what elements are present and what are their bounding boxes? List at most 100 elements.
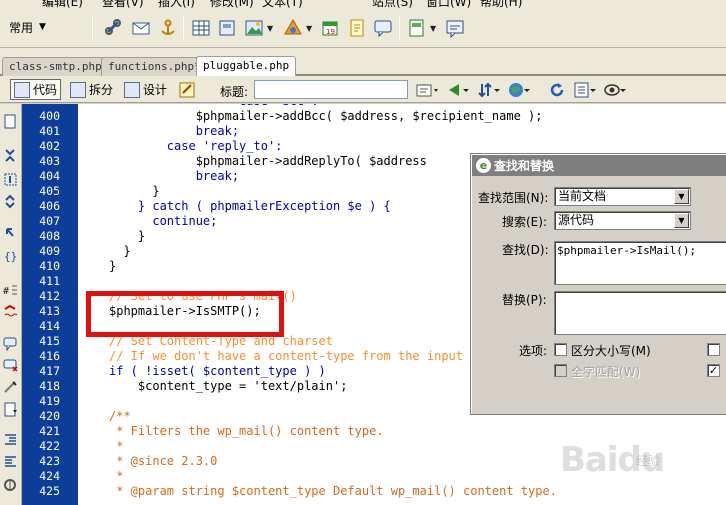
workspace-label: 常用 <box>9 20 34 35</box>
chevron-down-icon[interactable]: ▼ <box>267 24 273 33</box>
validate-icon[interactable] <box>478 81 502 99</box>
open-documents-icon[interactable] <box>3 114 18 129</box>
image-icon[interactable] <box>244 18 264 38</box>
regex-checkbox[interactable]: ✓ <box>707 364 720 377</box>
split-view-label: 拆分 <box>89 83 114 97</box>
chevron-down-icon[interactable]: ▼ <box>430 24 436 33</box>
line-number: 401 <box>39 124 60 138</box>
line-number: 406 <box>39 199 60 213</box>
code-line: } catch ( phpmailerException $e ) { <box>109 199 391 213</box>
whole-word-checkbox[interactable] <box>554 364 567 377</box>
tab-functions[interactable]: functions.php* <box>101 57 208 76</box>
chevron-down-icon[interactable]: ▼ <box>674 189 689 204</box>
ignore-whitespace-checkbox[interactable] <box>707 343 720 356</box>
split-view-icon <box>70 81 86 98</box>
insert-toolbar: 常用 ▼ ▼ ▼ 19 ▼ <box>0 8 726 48</box>
code-line: $phpmailer->addReplyTo( $address <box>109 154 427 168</box>
search-type-value: 源代码 <box>558 213 595 227</box>
menu-insert[interactable]: 插入(I) <box>158 0 195 8</box>
line-number: 417 <box>39 364 60 378</box>
chevron-down-icon[interactable]: ▼ <box>674 213 689 228</box>
recent-snippets-icon[interactable] <box>3 402 18 417</box>
line-number: 402 <box>39 139 60 153</box>
design-view-icon <box>124 81 140 98</box>
line-number: 409 <box>39 244 60 258</box>
balance-braces-icon[interactable]: {} <box>3 248 18 263</box>
scope-label: 查找范围(N): <box>478 191 549 205</box>
replace-textarea[interactable] <box>554 291 726 335</box>
find-replace-dialog: e 查找和替换 查找范围(N): 当前文档 ▼ 搜索(E): 源代码 ▼ 查找(… <box>470 153 726 415</box>
design-view-button[interactable]: 设计 <box>120 79 171 100</box>
expand-all-icon[interactable] <box>3 194 18 209</box>
format-source-code-icon[interactable] <box>3 478 18 493</box>
line-numbers-icon[interactable]: # <box>3 282 18 297</box>
collapse-selection-icon[interactable] <box>3 172 18 187</box>
file-management-icon[interactable] <box>416 81 440 99</box>
code-view-button[interactable]: 代码 <box>10 79 62 100</box>
code-view-label: 代码 <box>33 83 58 97</box>
menu-modify[interactable]: 修改(M) <box>210 0 254 8</box>
collapse-full-tag-icon[interactable] <box>3 148 18 163</box>
code-view-icon <box>14 81 30 98</box>
menu-bar: 编辑(E) 查看(V) 插入(I) 修改(M) 文本(T) 站点(S) 窗口(W… <box>0 0 726 8</box>
globe-icon[interactable] <box>508 81 532 99</box>
menu-view[interactable]: 查看(V) <box>102 0 144 8</box>
templates-icon[interactable] <box>407 18 427 38</box>
live-data-icon[interactable] <box>179 81 197 99</box>
preview-browser-icon[interactable] <box>447 81 471 99</box>
replace-label: 替换(P): <box>502 293 547 307</box>
visual-aids-icon[interactable] <box>604 81 628 99</box>
line-number: 407 <box>39 214 60 228</box>
named-anchor-icon[interactable] <box>158 18 178 38</box>
outdent-code-icon[interactable] <box>3 454 18 469</box>
code-line: /** <box>109 409 131 423</box>
line-number: 423 <box>39 454 60 468</box>
remove-comment-icon[interactable] <box>3 358 18 373</box>
code-line: } <box>109 259 117 273</box>
server-include-icon[interactable] <box>347 18 367 38</box>
code-line-partial: case 'bcc': <box>109 104 318 108</box>
code-line: $phpmailer->addBcc( $address, $recipient… <box>109 109 543 123</box>
highlight-invalid-code-icon[interactable] <box>3 304 18 319</box>
search-type-select[interactable]: 源代码 ▼ <box>554 211 691 230</box>
menu-edit[interactable]: 编辑(E) <box>42 0 83 8</box>
code-line: } <box>109 229 146 243</box>
toolbar-divider <box>183 16 184 40</box>
tab-class-smtp[interactable]: class-smtp.php <box>2 57 109 76</box>
match-case-checkbox[interactable] <box>554 343 567 356</box>
wrap-tag-icon[interactable] <box>3 380 18 395</box>
comment-icon[interactable] <box>373 18 393 38</box>
menu-window[interactable]: 窗口(W) <box>426 0 471 8</box>
tag-chooser-icon[interactable] <box>445 18 465 38</box>
line-number: 420 <box>39 409 60 423</box>
scope-select[interactable]: 当前文档 ▼ <box>554 187 691 206</box>
layer-icon[interactable] <box>217 18 237 38</box>
tab-pluggable[interactable]: pluggable.php <box>196 56 297 77</box>
date-icon[interactable]: 19 <box>320 18 340 38</box>
menu-site[interactable]: 站点(S) <box>372 0 413 8</box>
split-view-button[interactable]: 拆分 <box>66 79 117 100</box>
workspace-select[interactable]: 常用 ▼ <box>3 16 53 38</box>
view-options-icon[interactable] <box>574 81 598 99</box>
dialog-title-bar[interactable]: e 查找和替换 <box>472 155 726 176</box>
table-icon[interactable] <box>191 18 211 38</box>
refresh-icon[interactable] <box>548 81 566 99</box>
line-number: 422 <box>39 439 60 453</box>
select-parent-tag-icon[interactable] <box>3 226 18 241</box>
find-textarea[interactable]: $phpmailer->IsMail(); <box>554 241 726 285</box>
menu-help[interactable]: 帮助(H) <box>480 0 522 8</box>
apply-comment-icon[interactable] <box>3 336 18 351</box>
media-icon[interactable] <box>283 18 303 38</box>
indent-code-icon[interactable] <box>3 432 18 447</box>
chevron-down-icon[interactable]: ▼ <box>306 24 312 33</box>
code-line: if ( !isset( $content_type ) ) <box>109 364 326 378</box>
highlight-annotation-box <box>86 291 284 337</box>
menu-text[interactable]: 文本(T) <box>262 0 303 8</box>
code-line: * @param string $content_type Default wp… <box>109 484 557 498</box>
title-input[interactable] <box>254 80 408 99</box>
code-line: $content_type = 'text/plain'; <box>109 379 348 393</box>
line-number: 413 <box>39 304 60 318</box>
email-link-icon[interactable] <box>131 18 151 38</box>
hyperlink-icon[interactable] <box>104 18 124 38</box>
code-line: case 'reply_to': <box>109 139 283 153</box>
